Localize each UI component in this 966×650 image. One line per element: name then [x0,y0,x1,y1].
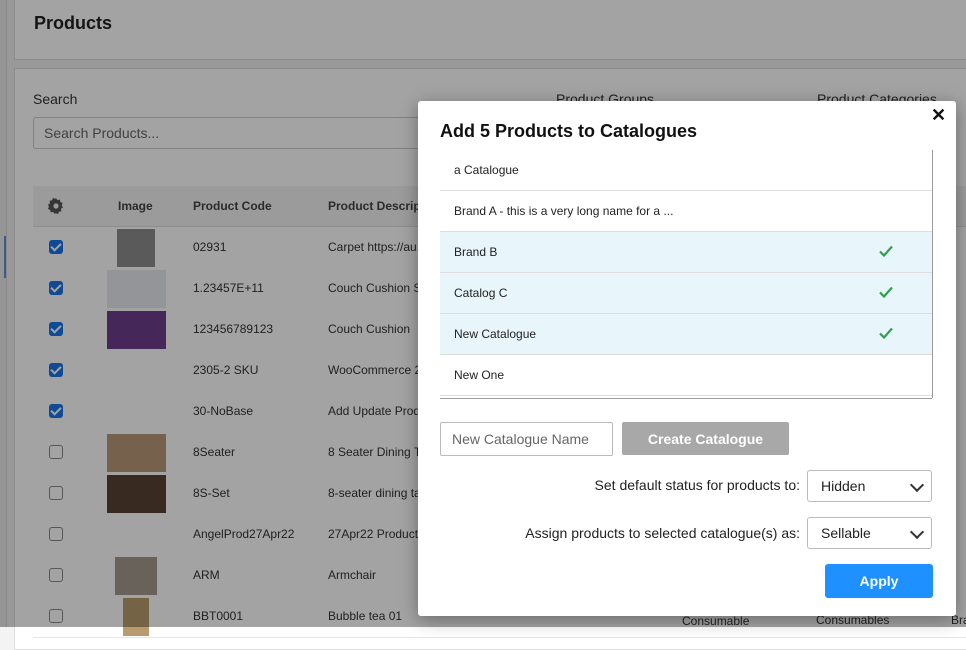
close-icon[interactable]: ✕ [931,105,946,126]
add-to-catalogues-dialog: Add 5 Products to Catalogues ✕ a Catalog… [418,101,956,616]
catalogue-item[interactable]: New Catalogue [440,314,932,355]
catalogue-list: a Catalogue Brand A - this is a very lon… [440,150,933,398]
catalogue-item[interactable]: Brand A - this is a very long name for a… [440,191,932,232]
check-icon [879,286,893,299]
list-divider [440,398,932,399]
catalogue-item[interactable]: Brand B [440,232,932,273]
assign-as-label: Assign products to selected catalogue(s)… [525,525,800,541]
catalogue-label: Brand A - this is a very long name for a… [454,204,674,218]
catalogue-label: Catalog C [454,286,508,300]
catalogue-label: a Catalogue [454,163,519,177]
chevron-down-icon [909,477,925,493]
catalogue-item[interactable]: New One [440,355,932,396]
apply-button[interactable]: Apply [825,564,933,598]
catalogue-label: New One [454,368,505,382]
catalogue-item[interactable]: Catalog C [440,273,932,314]
default-status-select[interactable]: Hidden [807,470,932,502]
catalogue-label: New Catalogue [454,327,537,341]
dialog-title: Add 5 Products to Catalogues [440,121,698,141]
check-icon [879,245,893,258]
create-catalogue-button[interactable]: Create Catalogue [622,422,789,455]
chevron-down-icon [909,524,925,540]
default-status-value: Hidden [821,478,866,494]
assign-as-select[interactable]: Sellable [807,517,932,549]
default-status-label: Set default status for products to: [594,477,800,493]
new-catalogue-name-input[interactable] [440,422,613,456]
assign-as-value: Sellable [821,525,871,541]
check-icon [879,327,893,340]
catalogue-item[interactable]: a Catalogue [440,150,932,191]
catalogue-label: Brand B [454,245,498,259]
